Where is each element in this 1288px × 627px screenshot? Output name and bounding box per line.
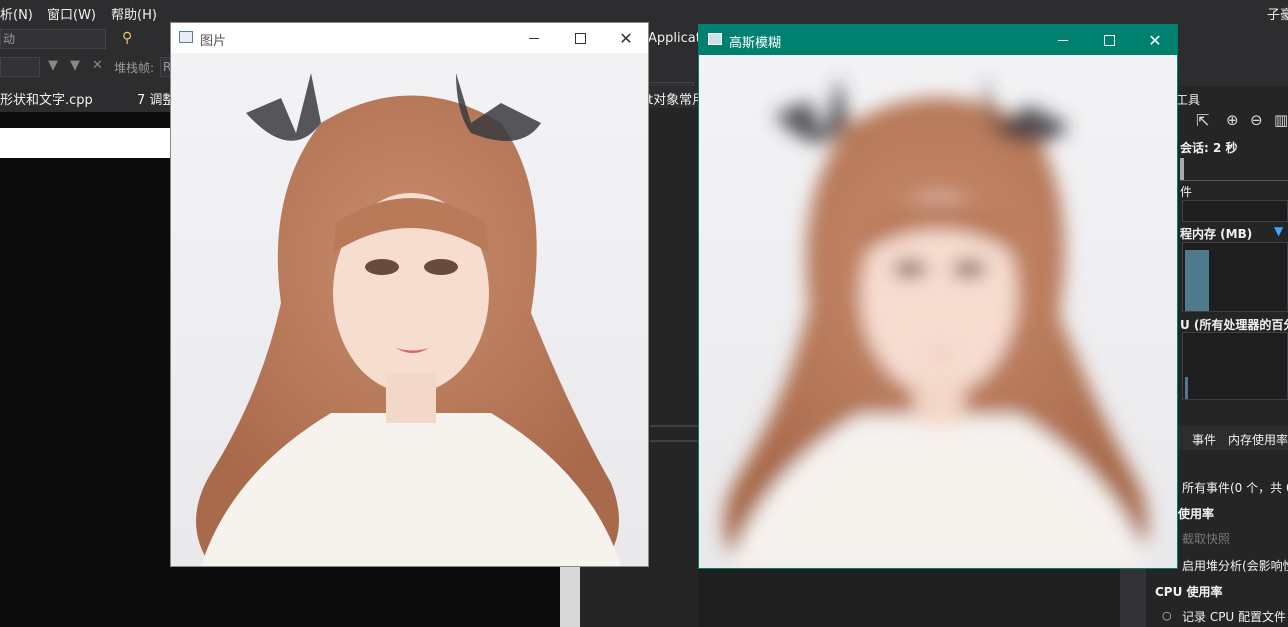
- export-icon[interactable]: ⇱: [1196, 111, 1209, 130]
- thread-combo[interactable]: [0, 57, 40, 77]
- cpu-graph: [1182, 332, 1288, 400]
- divider: [650, 425, 698, 427]
- solution-config-combo[interactable]: 动: [0, 29, 106, 49]
- record-cpu-profile[interactable]: 记录 CPU 配置文件: [1182, 608, 1286, 625]
- scrollbar-strip[interactable]: [560, 565, 580, 627]
- filter-icon[interactable]: ▼: [48, 58, 58, 73]
- maximize-icon: [574, 32, 586, 44]
- app-icon: [179, 31, 193, 43]
- timeline-marker: [1180, 158, 1184, 180]
- heap-analysis-checkbox[interactable]: 启用堆分析(会影响性: [1182, 557, 1288, 574]
- close-icon: ✕: [1148, 30, 1162, 50]
- image-window-titlebar[interactable]: 图片 ✕: [171, 23, 648, 53]
- tab-events[interactable]: 事件: [1192, 431, 1216, 448]
- minimize-button[interactable]: [511, 23, 557, 53]
- diag-header: 工具: [1176, 93, 1201, 107]
- maximize-button[interactable]: [1086, 25, 1132, 55]
- tab-object[interactable]: t对象常用: [648, 89, 705, 108]
- events-label: 件: [1180, 185, 1193, 199]
- stack-frame-label: 堆栈帧:: [114, 61, 155, 75]
- blurred-portrait-image: [699, 55, 1177, 568]
- memory-usage-heading: 使用率: [1178, 507, 1215, 521]
- all-events-text: 所有事件(0 个，共 0: [1182, 481, 1288, 495]
- memory-graph: [1182, 242, 1288, 312]
- portrait-image: [171, 53, 648, 566]
- menu-window[interactable]: 窗口(W): [47, 4, 96, 23]
- diag-toolbar: ⇱ ⊕ ⊖ ▥: [1176, 108, 1288, 134]
- blur-window-titlebar[interactable]: 高斯模糊 ✕: [699, 25, 1177, 55]
- menu-help[interactable]: 帮助(H): [111, 4, 157, 23]
- window-title: 图片: [200, 34, 227, 49]
- minimize-button[interactable]: [1040, 25, 1086, 55]
- app-icon: [708, 33, 722, 45]
- chart-icon[interactable]: ▥: [1274, 111, 1288, 129]
- flag-icon[interactable]: ✕: [92, 58, 103, 73]
- photo-blurred: [699, 55, 1177, 568]
- menu-analyze[interactable]: 析(N): [0, 4, 33, 23]
- session-label: 会话: 2 秒: [1180, 141, 1238, 155]
- memory-bar: [1185, 250, 1209, 311]
- close-button[interactable]: ✕: [1132, 25, 1178, 55]
- scrollbar-track[interactable]: [1120, 567, 1146, 627]
- maximize-icon: [1103, 34, 1115, 46]
- filter-alt-icon[interactable]: ▼: [70, 58, 80, 73]
- divider: [650, 440, 698, 442]
- maximize-button[interactable]: [557, 23, 603, 53]
- minimize-icon: [1058, 39, 1068, 41]
- close-button[interactable]: ✕: [603, 23, 649, 53]
- application-text: Applicati: [648, 31, 705, 46]
- account-name[interactable]: 子豪: [1267, 4, 1288, 23]
- gaussian-blur-window[interactable]: 高斯模糊 ✕: [698, 24, 1178, 569]
- process-memory-label: 程内存 (MB): [1180, 227, 1253, 241]
- image-window[interactable]: 图片 ✕: [170, 22, 649, 567]
- tab-shape-text-cpp[interactable]: 形状和文字.cpp: [0, 89, 93, 108]
- cpu-usage-heading: CPU 使用率: [1155, 585, 1223, 599]
- window-title: 高斯模糊: [729, 36, 782, 51]
- zoom-out-icon[interactable]: ⊖: [1250, 111, 1263, 129]
- photo-original: [171, 53, 648, 566]
- radio-icon[interactable]: ○: [1162, 609, 1172, 622]
- editor-white-strip: [0, 128, 170, 158]
- close-icon: ✕: [619, 28, 633, 48]
- cpu-graph-label: U (所有处理器的百分: [1180, 318, 1288, 332]
- timeline-ruler: [1180, 158, 1288, 181]
- triangle-down-icon[interactable]: ▼: [1274, 224, 1283, 238]
- snapshot-button[interactable]: 截取快照: [1182, 530, 1230, 547]
- find-icon[interactable]: ⚲: [122, 30, 132, 46]
- events-graph: [1182, 200, 1288, 222]
- cpu-spike: [1185, 377, 1188, 399]
- minimize-icon: [529, 37, 539, 39]
- zoom-in-icon[interactable]: ⊕: [1226, 111, 1239, 129]
- tab-memory-usage[interactable]: 内存使用率: [1228, 431, 1288, 448]
